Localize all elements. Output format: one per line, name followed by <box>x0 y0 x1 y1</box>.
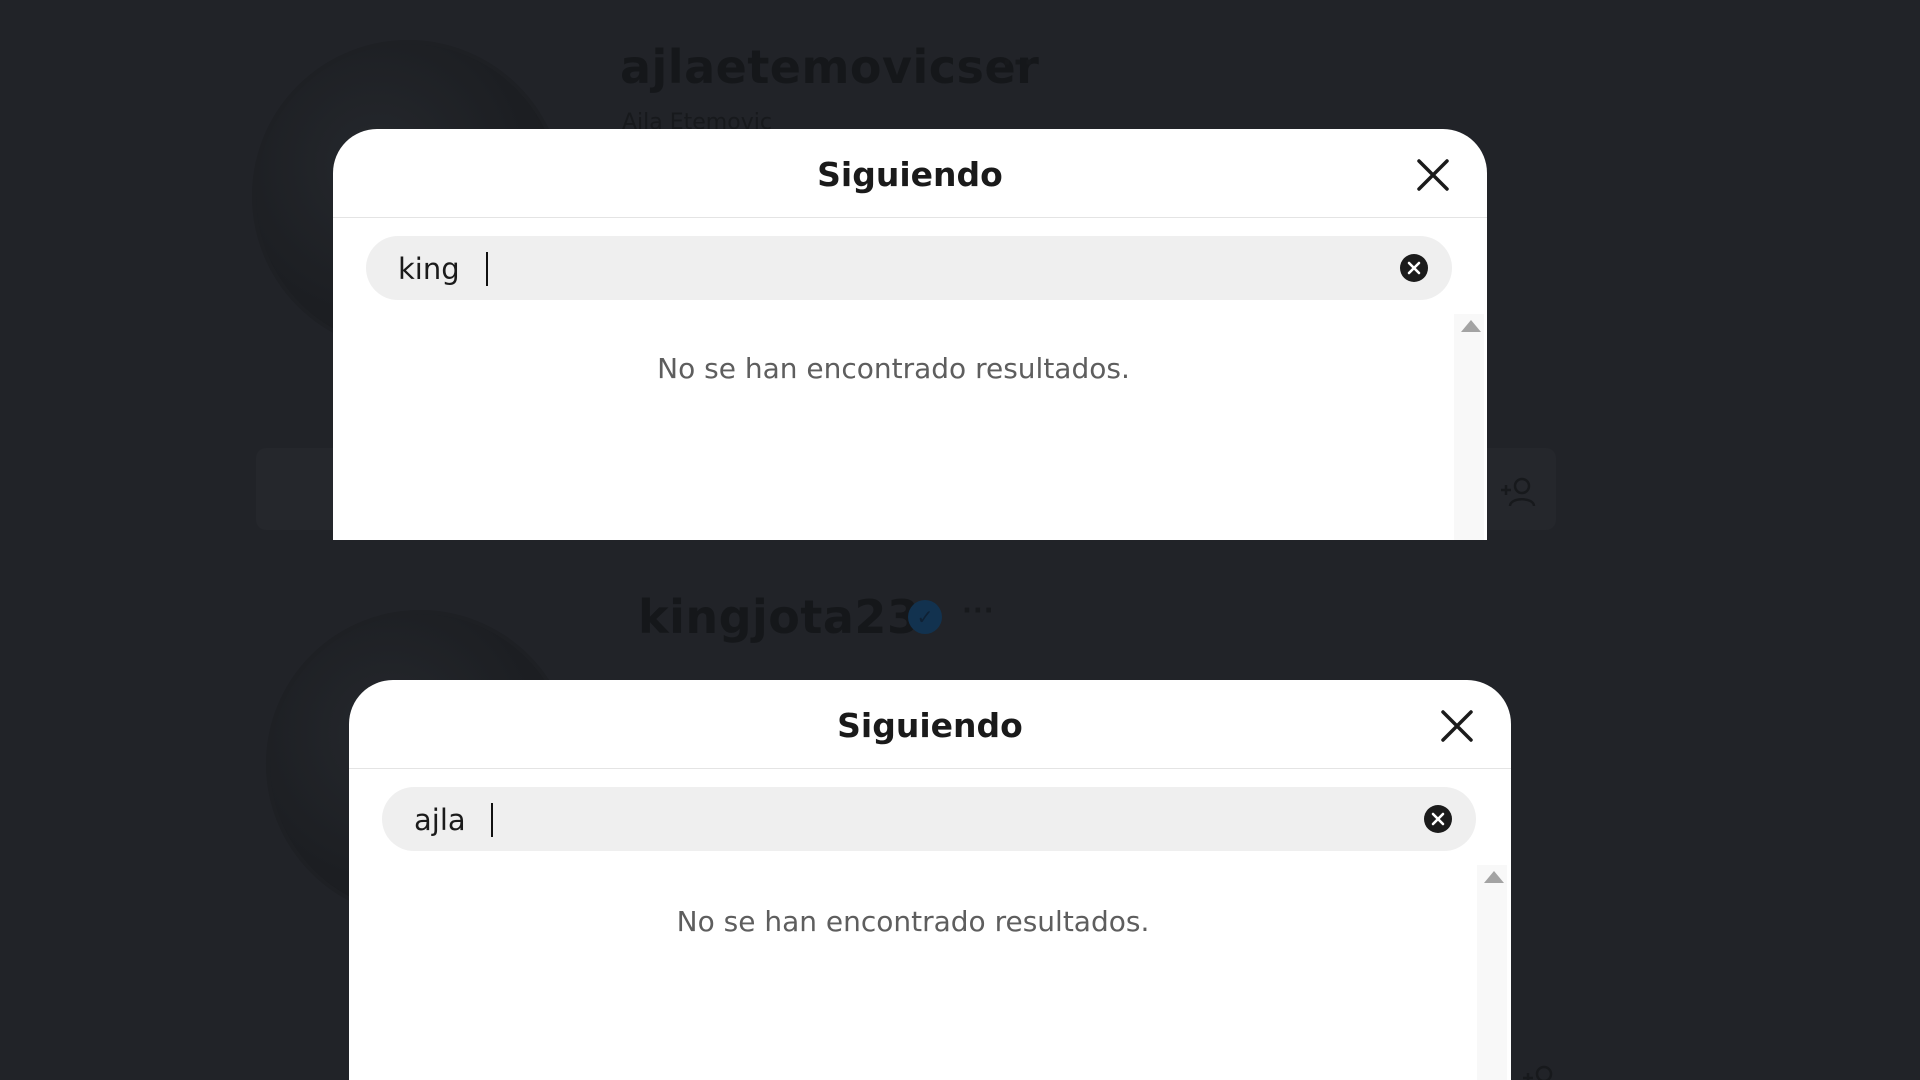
text-caret <box>486 252 488 286</box>
more-options-icon: ··· <box>962 596 995 626</box>
results-scrollbar[interactable] <box>1477 865 1507 1080</box>
clear-search-icon[interactable] <box>1424 805 1452 833</box>
search-input[interactable]: king <box>366 236 1452 300</box>
results-scrollbar[interactable] <box>1454 314 1484 540</box>
clear-search-icon[interactable] <box>1400 254 1428 282</box>
more-options-icon: ··· <box>1002 48 1035 78</box>
following-dialog: Siguiendo king No se han encontrado resu… <box>333 129 1487 540</box>
profile-username: ajlaetemovicser <box>620 40 1040 94</box>
dialog-title: Siguiendo <box>837 706 1023 745</box>
dialog-header: Siguiendo <box>349 680 1511 769</box>
dialog-header: Siguiendo <box>333 129 1487 218</box>
bottom-panel: kingjota23 ✓ ··· Siguiendo ajla No se ha… <box>0 540 1920 1080</box>
close-icon[interactable] <box>1411 153 1455 197</box>
add-person-icon <box>1523 1065 1553 1080</box>
text-caret <box>491 803 493 837</box>
verified-badge-icon: ✓ <box>908 600 942 634</box>
scroll-up-arrow-icon[interactable] <box>1461 320 1481 332</box>
following-dialog: Siguiendo ajla No se han encontrado resu… <box>349 680 1511 1080</box>
add-person-icon <box>1501 477 1536 507</box>
no-results-message: No se han encontrado resultados. <box>657 352 1130 385</box>
search-value[interactable]: ajla <box>414 787 466 851</box>
dialog-title: Siguiendo <box>817 155 1003 194</box>
no-results-message: No se han encontrado resultados. <box>676 905 1150 938</box>
search-value[interactable]: king <box>398 236 460 300</box>
top-panel: ajlaetemovicser ··· Ajla Etemovic Siguie… <box>0 0 1920 540</box>
profile-username: kingjota23 <box>638 590 920 644</box>
search-input[interactable]: ajla <box>382 787 1476 851</box>
scroll-up-arrow-icon[interactable] <box>1484 871 1504 883</box>
close-icon[interactable] <box>1435 704 1479 748</box>
